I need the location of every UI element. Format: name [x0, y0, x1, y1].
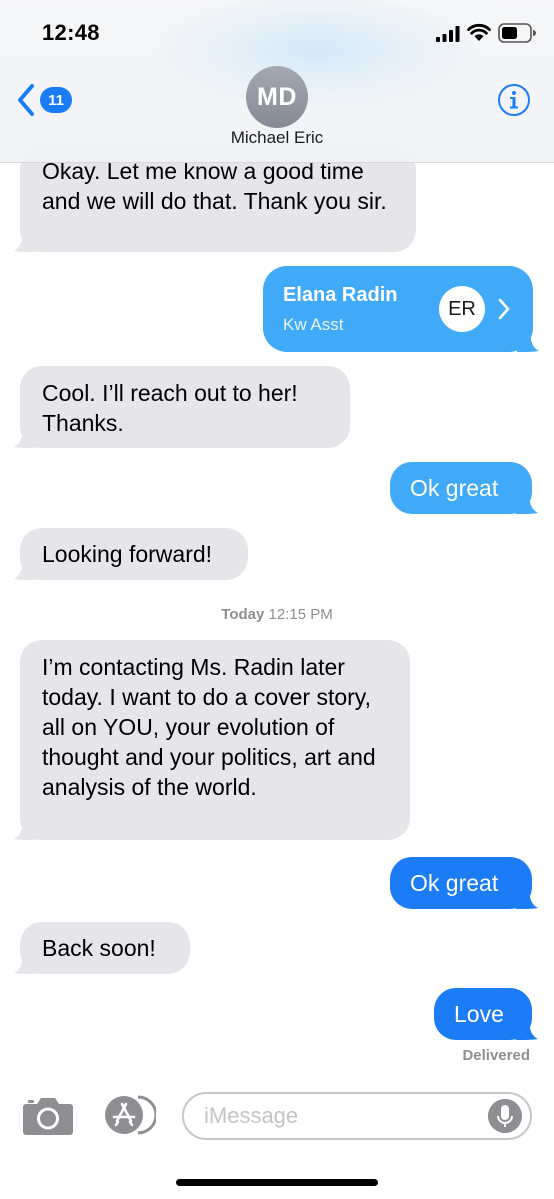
bubble-tail	[516, 887, 538, 909]
message-timestamp: Today 12:15 PM	[0, 606, 554, 623]
timestamp-day: Today	[221, 606, 265, 623]
conversation-header: 11 MD Michael Eric 12:48	[0, 0, 554, 163]
info-icon[interactable]	[497, 83, 531, 117]
contact-card-bubble[interactable]: Elana Radin Kw Asst ER	[263, 266, 539, 352]
bubble-tail	[14, 818, 36, 840]
message-bubble-sent[interactable]: Love	[434, 988, 538, 1040]
bubble-tail	[517, 330, 539, 352]
message-text: I’m contacting Ms. Radin later today. I …	[42, 654, 376, 800]
chevron-right-icon	[498, 298, 510, 320]
contact-card-avatar: ER	[439, 286, 485, 332]
bubble-tail	[14, 952, 36, 974]
message-bubble-received[interactable]: Cool. I’ll reach out to her! Thanks.	[14, 366, 350, 448]
app-store-icon[interactable]	[104, 1095, 156, 1135]
unread-count-badge: 11	[40, 87, 72, 113]
compose-bar: iMessage	[0, 1080, 554, 1199]
wifi-icon	[467, 23, 491, 41]
bubble-tail	[516, 1018, 538, 1040]
contact-avatar[interactable]: MD	[246, 66, 308, 128]
message-text: Ok great	[410, 475, 499, 501]
contact-name[interactable]: Michael Eric	[0, 128, 554, 148]
microphone-icon[interactable]	[488, 1099, 522, 1133]
message-bubble-received[interactable]: Looking forward!	[14, 528, 248, 580]
imessage-input[interactable]: iMessage	[182, 1092, 532, 1140]
signal-icon	[436, 26, 460, 42]
message-text: Cool. I’ll reach out to her! Thanks.	[42, 380, 298, 436]
bubble-tail	[14, 230, 36, 252]
message-text: Okay. Let me know a good time and we wil…	[42, 158, 387, 214]
home-indicator[interactable]	[176, 1179, 378, 1186]
bubble-tail	[516, 492, 538, 514]
message-bubble-sent[interactable]: Ok great	[390, 857, 538, 909]
bubble-tail	[14, 426, 36, 448]
contact-card-name: Elana Radin	[283, 284, 398, 306]
message-text: Back soon!	[42, 935, 156, 961]
message-bubble-received[interactable]: Okay. Let me know a good time and we wil…	[14, 148, 416, 252]
message-bubble-received[interactable]: I’m contacting Ms. Radin later today. I …	[14, 640, 410, 840]
back-button[interactable]: 11	[16, 82, 72, 118]
message-text: Looking forward!	[42, 541, 213, 567]
contact-card-subtitle: Kw Asst	[283, 315, 344, 334]
timestamp-time: 12:15 PM	[268, 606, 333, 623]
camera-icon[interactable]	[22, 1094, 74, 1136]
message-bubble-sent[interactable]: Ok great	[390, 462, 538, 514]
bubble-tail	[14, 558, 36, 580]
imessage-placeholder: iMessage	[204, 1103, 299, 1128]
message-text: Ok great	[410, 870, 499, 896]
status-bar: 12:48	[0, 0, 554, 60]
delivered-status: Delivered	[462, 1047, 530, 1064]
battery-icon	[498, 23, 536, 43]
message-text: Love	[454, 1001, 504, 1027]
message-list[interactable]: Okay. Let me know a good time and we wil…	[0, 0, 554, 1199]
message-bubble-received[interactable]: Back soon!	[14, 922, 190, 974]
chevron-left-icon	[18, 84, 34, 116]
status-time: 12:48	[42, 20, 100, 45]
